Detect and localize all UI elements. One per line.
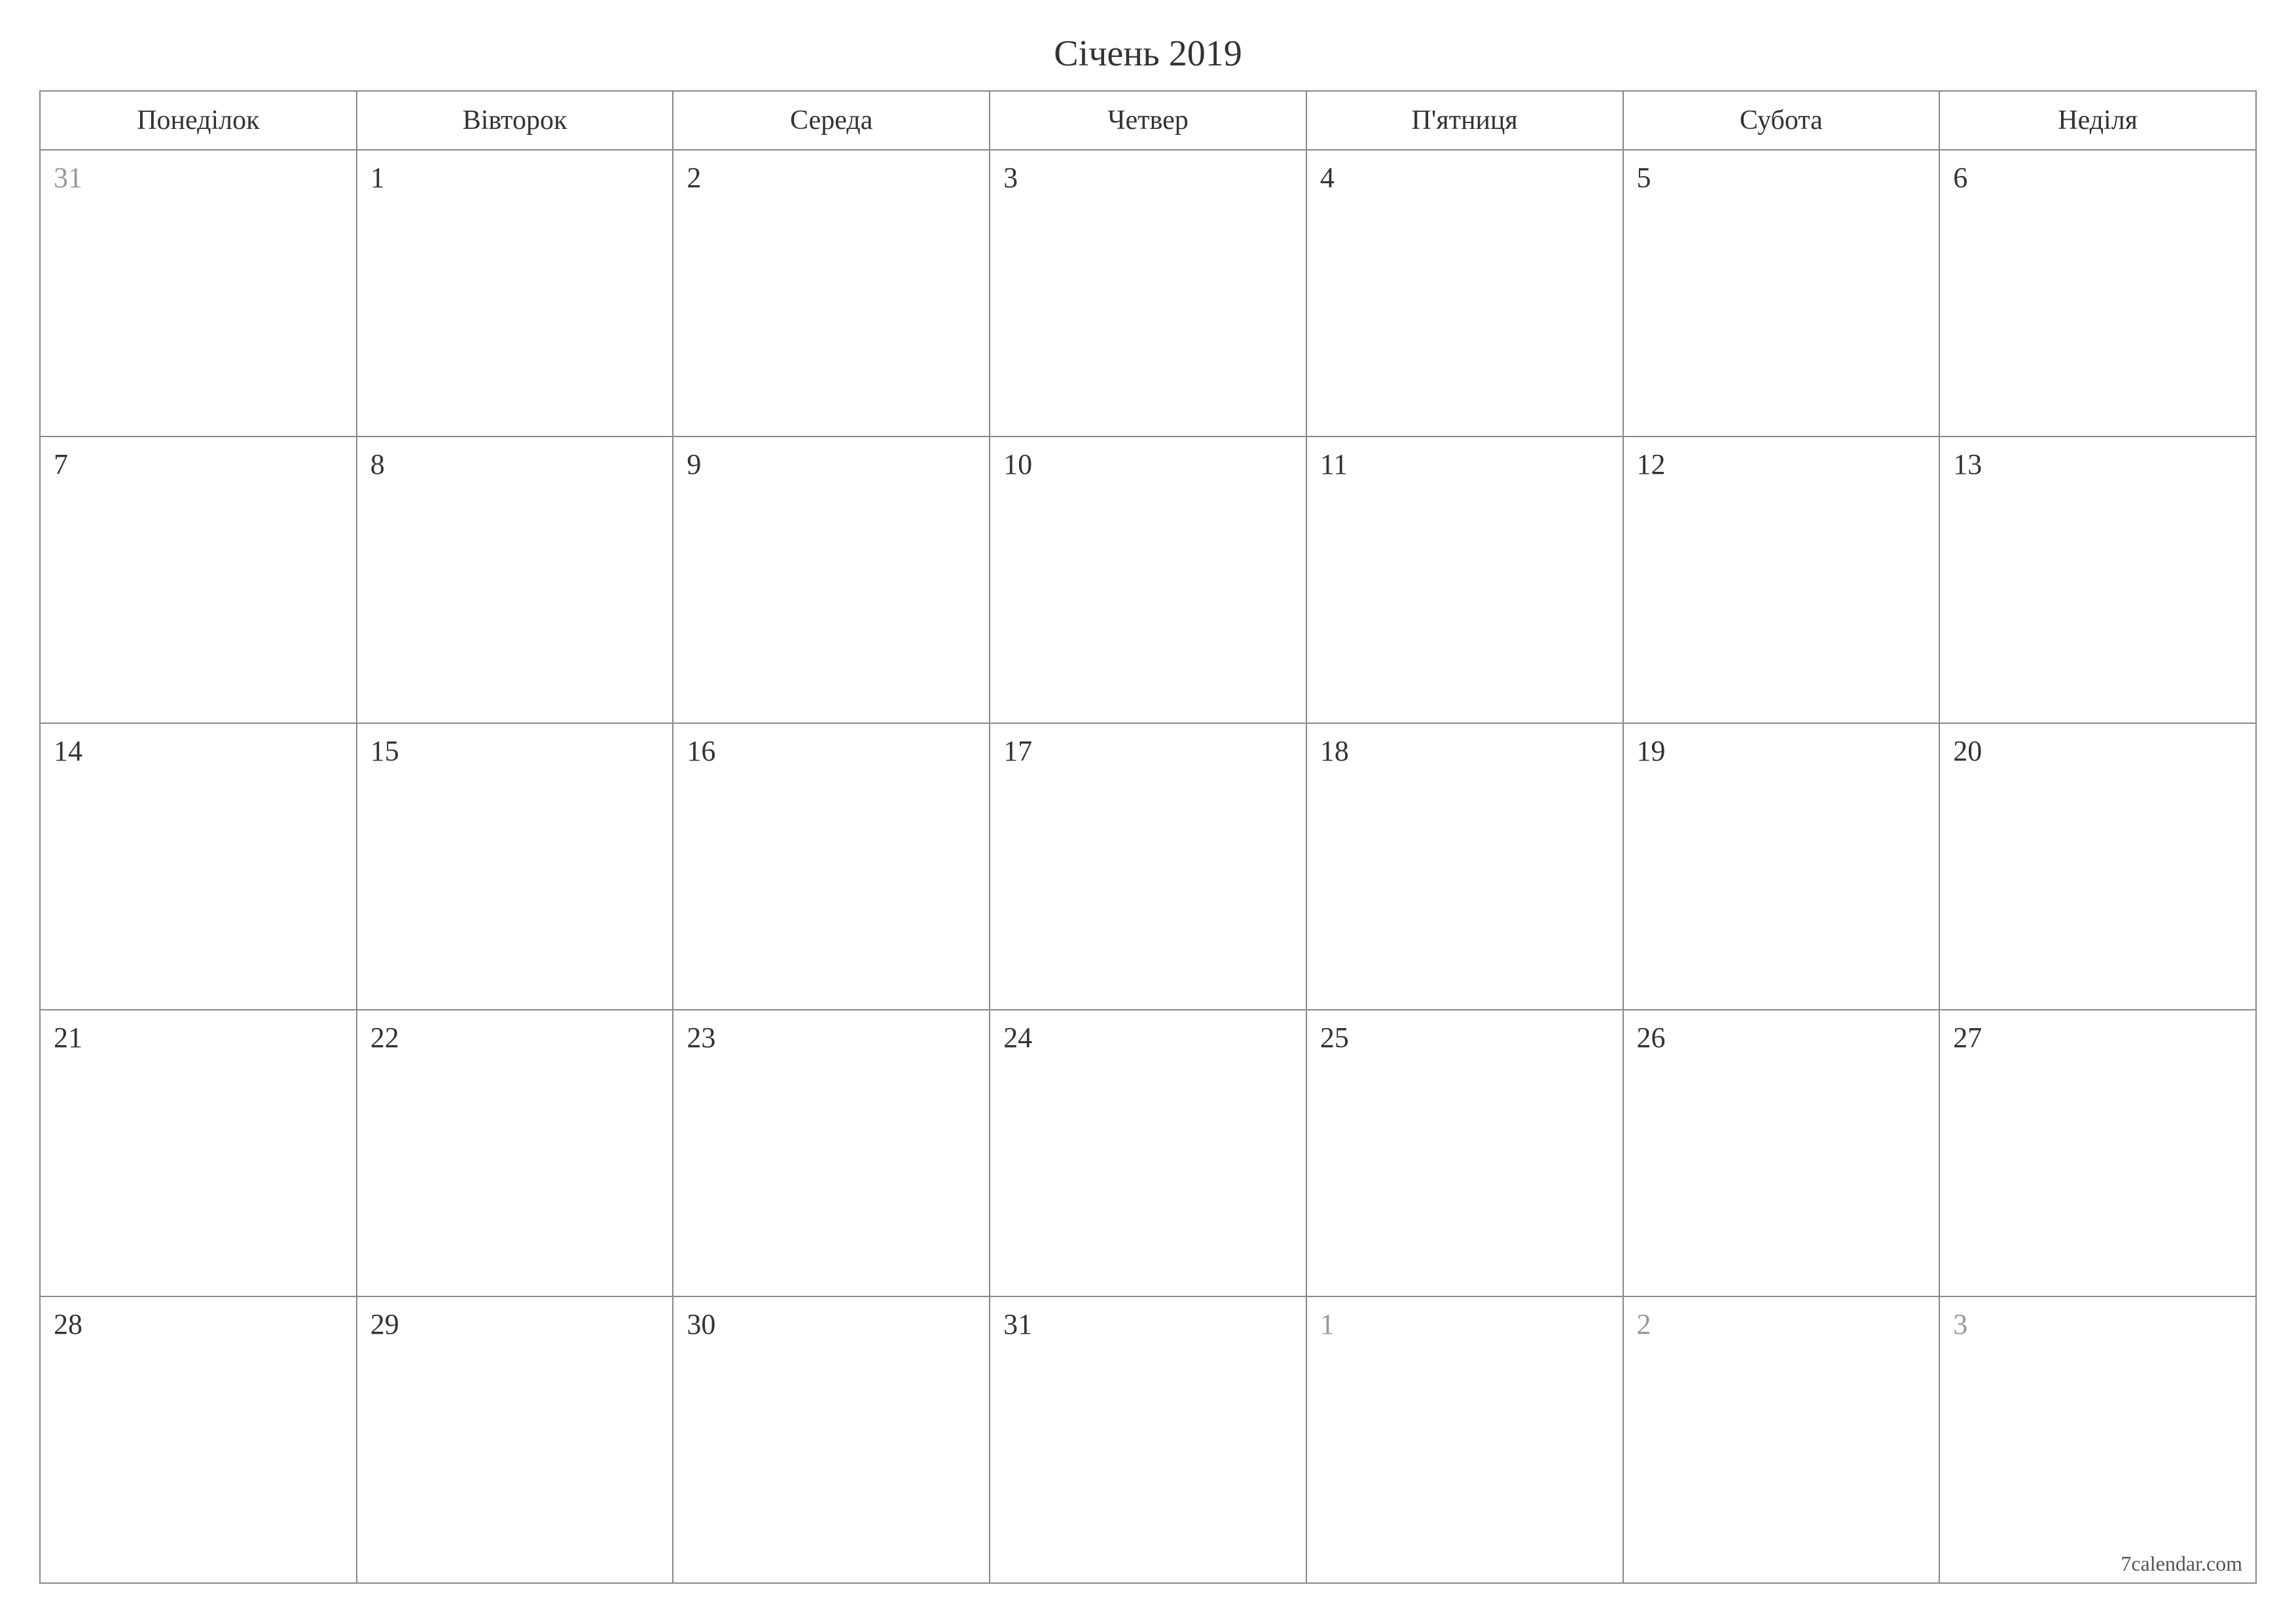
calendar-day-cell: 1	[1306, 1296, 1623, 1583]
calendar-day-cell: 16	[673, 723, 990, 1010]
calendar-title: Січень 2019	[39, 33, 2257, 75]
calendar-day-cell: 29	[357, 1296, 673, 1583]
calendar-day-cell: 8	[357, 437, 673, 723]
calendar-day-cell: 14	[40, 723, 357, 1010]
calendar-week-row: 31 1 2 3 4 5 6	[40, 150, 2256, 437]
calendar-day-cell: 31	[990, 1296, 1306, 1583]
calendar-day-cell: 1	[357, 150, 673, 437]
calendar-day-cell: 15	[357, 723, 673, 1010]
calendar-day-cell: 26	[1623, 1010, 1940, 1296]
calendar-day-cell: 12	[1623, 437, 1940, 723]
calendar-day-cell: 3	[1939, 1296, 2256, 1583]
calendar-day-cell: 13	[1939, 437, 2256, 723]
calendar-week-row: 21 22 23 24 25 26 27	[40, 1010, 2256, 1296]
calendar-day-cell: 25	[1306, 1010, 1623, 1296]
calendar-day-cell: 5	[1623, 150, 1940, 437]
calendar-day-cell: 7	[40, 437, 357, 723]
weekday-header: П'ятниця	[1306, 91, 1623, 150]
calendar-week-row: 14 15 16 17 18 19 20	[40, 723, 2256, 1010]
weekday-header: Понеділок	[40, 91, 357, 150]
calendar-day-cell: 2	[1623, 1296, 1940, 1583]
calendar-day-cell: 9	[673, 437, 990, 723]
footer-credit: 7calendar.com	[2121, 1552, 2242, 1576]
calendar-day-cell: 28	[40, 1296, 357, 1583]
calendar-day-cell: 10	[990, 437, 1306, 723]
calendar-week-row: 28 29 30 31 1 2 3	[40, 1296, 2256, 1583]
weekday-header-row: Понеділок Вівторок Середа Четвер П'ятниц…	[40, 91, 2256, 150]
calendar-day-cell: 31	[40, 150, 357, 437]
calendar-day-cell: 3	[990, 150, 1306, 437]
weekday-header: Четвер	[990, 91, 1306, 150]
calendar-day-cell: 21	[40, 1010, 357, 1296]
weekday-header: Субота	[1623, 91, 1940, 150]
calendar-day-cell: 17	[990, 723, 1306, 1010]
calendar-day-cell: 30	[673, 1296, 990, 1583]
calendar-day-cell: 2	[673, 150, 990, 437]
calendar-day-cell: 19	[1623, 723, 1940, 1010]
weekday-header: Неділя	[1939, 91, 2256, 150]
calendar-grid: Понеділок Вівторок Середа Четвер П'ятниц…	[39, 90, 2257, 1584]
calendar-day-cell: 6	[1939, 150, 2256, 437]
calendar-day-cell: 18	[1306, 723, 1623, 1010]
calendar-day-cell: 11	[1306, 437, 1623, 723]
calendar-day-cell: 20	[1939, 723, 2256, 1010]
calendar-day-cell: 22	[357, 1010, 673, 1296]
calendar-day-cell: 24	[990, 1010, 1306, 1296]
calendar-week-row: 7 8 9 10 11 12 13	[40, 437, 2256, 723]
calendar-day-cell: 23	[673, 1010, 990, 1296]
calendar-day-cell: 4	[1306, 150, 1623, 437]
weekday-header: Вівторок	[357, 91, 673, 150]
calendar-day-cell: 27	[1939, 1010, 2256, 1296]
weekday-header: Середа	[673, 91, 990, 150]
